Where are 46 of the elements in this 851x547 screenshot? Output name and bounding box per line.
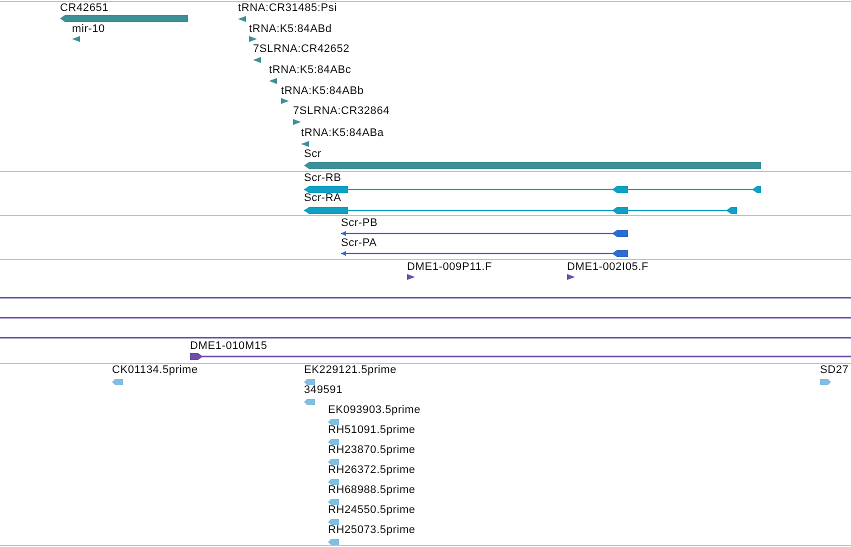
feature-label[interactable]: DME1-009P11.F [407,261,492,274]
feature-label[interactable]: EK093903.5prime [328,404,421,417]
feature-label[interactable]: CK01134.5prime [112,364,198,377]
feature-label[interactable]: EK229121.5prime [304,364,397,377]
feature-label[interactable]: 7SLRNA:CR42652 [253,43,350,56]
feature-span-line[interactable] [0,337,851,339]
feature-arrow-icon[interactable] [269,78,277,84]
feature-label[interactable]: tRNA:K5:84ABa [301,127,384,140]
feature-arrow-icon[interactable] [407,274,415,280]
feature-label[interactable]: 7SLRNA:CR32864 [293,105,390,118]
feature-label[interactable]: tRNA:K5:84ABc [269,64,352,77]
clone-span[interactable] [190,353,851,360]
feature-label[interactable]: RH25073.5prime [328,524,416,537]
transcript-model[interactable] [304,207,737,214]
feature-label[interactable]: tRNA:K5:84ABd [249,23,332,36]
feature-label[interactable]: mir-10 [72,23,105,36]
feature-label[interactable]: tRNA:K5:84ABb [281,85,364,98]
protein-model[interactable] [341,230,628,237]
feature-label[interactable]: Scr [304,148,322,161]
feature-arrow-icon[interactable] [293,119,301,125]
feature-label[interactable]: RH51091.5prime [328,424,416,437]
feature-label[interactable]: RH26372.5prime [328,464,416,477]
feature-label[interactable]: SD27 [820,364,849,377]
feature-label[interactable]: RH68988.5prime [328,484,416,497]
feature-label[interactable]: RH23870.5prime [328,444,416,457]
transcript-model[interactable] [304,186,761,193]
feature-label[interactable]: Scr-RA [304,192,342,205]
feature-label[interactable]: Scr-PB [341,217,378,230]
feature-label[interactable]: 349591 [304,384,343,397]
feature-arrow-icon[interactable] [281,98,289,104]
feature-arrow-icon[interactable] [567,274,575,280]
feature-label[interactable]: tRNA:CR31485:Psi [238,2,337,15]
feature-label[interactable]: DME1-010M15 [190,340,268,353]
feature-label[interactable]: DME1-002I05.F [567,261,649,274]
feature-span-line[interactable] [0,317,851,319]
feature-arrow-icon[interactable] [249,36,257,42]
feature-arrow-icon[interactable] [301,141,309,147]
feature-label[interactable]: Scr-PA [341,237,377,250]
feature-label[interactable]: CR42651 [60,2,109,15]
feature-arrow-icon[interactable] [238,16,246,22]
feature-arrow-icon[interactable] [253,57,261,63]
feature-label[interactable]: Scr-RB [304,172,342,185]
feature-arrow-icon[interactable] [72,36,80,42]
feature-span-line[interactable] [0,297,851,299]
protein-model[interactable] [341,250,628,257]
feature-label[interactable]: RH24550.5prime [328,504,416,517]
